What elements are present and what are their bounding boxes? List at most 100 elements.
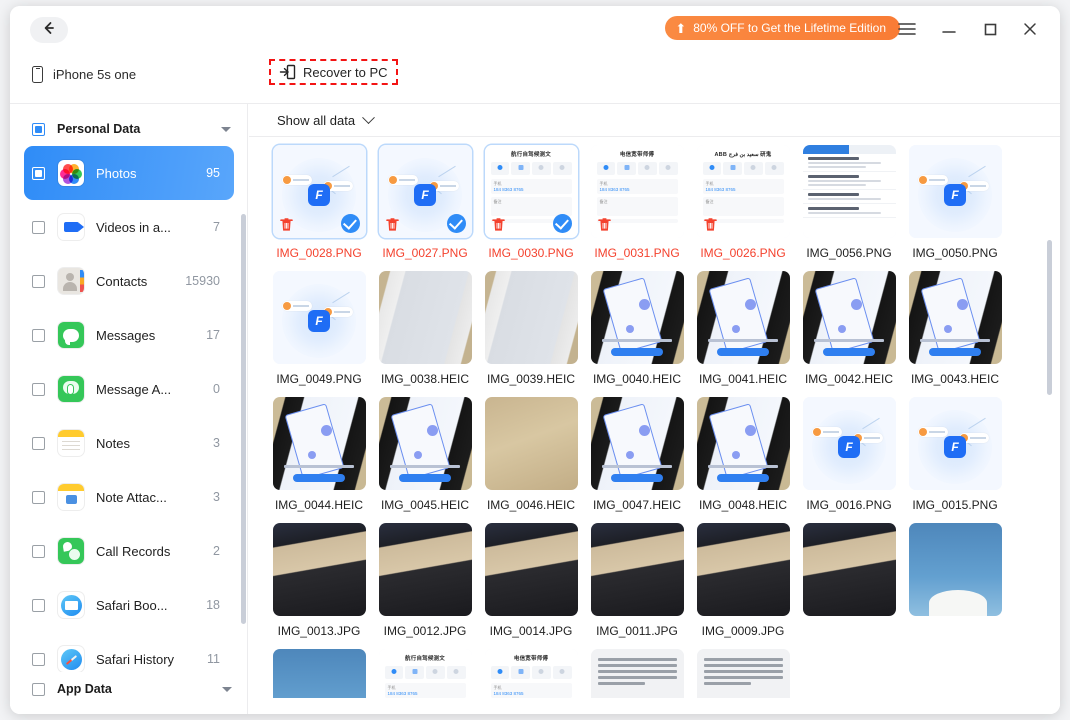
personal-data-checkbox[interactable] <box>32 123 45 136</box>
thumbnail-cell[interactable]: IMG_0042.HEIC <box>796 271 902 397</box>
thumbnail-cell[interactable]: 电信宽带师傅手机184 8363 8765备注IMG_0031.PNG <box>584 145 690 271</box>
app-data-checkbox[interactable] <box>32 683 45 696</box>
sidebar-group-personal-data[interactable]: Personal Data <box>10 112 247 146</box>
thumbnail-cell[interactable]: FIMG_0015.PNG <box>902 397 1008 523</box>
thumbnail-image[interactable] <box>697 523 790 616</box>
sidebar-scrollbar[interactable] <box>241 214 246 624</box>
thumbnail-image[interactable]: F <box>803 397 896 490</box>
thumbnail-cell[interactable]: IMG_0012.JPG <box>372 523 478 649</box>
sidebar-item-safari-history[interactable]: Safari History 11 <box>24 632 234 674</box>
thumbnail-image[interactable] <box>379 271 472 364</box>
sidebar-item-contacts[interactable]: Contacts 15930 <box>24 254 234 308</box>
sidebar-item-safari-bookmarks[interactable]: Safari Boo... 18 <box>24 578 234 632</box>
sidebar-item-note-attachments[interactable]: Note Attac... 3 <box>24 470 234 524</box>
thumbnail-cell[interactable]: IMG_0009.JPG <box>690 523 796 649</box>
thumbnail-image[interactable] <box>273 397 366 490</box>
thumbnail-cell[interactable]: FIMG_0028.PNG <box>266 145 372 271</box>
thumbnail-image[interactable] <box>379 397 472 490</box>
safari-bookmarks-checkbox[interactable] <box>32 599 45 612</box>
thumbnail-image[interactable]: F <box>379 145 472 238</box>
sidebar-item-videos-in-album[interactable]: Videos in a... 7 <box>24 200 234 254</box>
thumbnail-cell[interactable]: FIMG_0049.PNG <box>266 271 372 397</box>
selected-check-icon[interactable] <box>341 214 360 233</box>
thumbnail-cell[interactable] <box>902 523 1008 649</box>
thumbnail-cell[interactable]: IMG_0056.PNG <box>796 145 902 271</box>
sidebar-item-label: Photos <box>96 166 136 181</box>
thumbnail-cell[interactable]: FIMG_0027.PNG <box>372 145 478 271</box>
thumbnail-cell[interactable]: IMG_0013.JPG <box>266 523 372 649</box>
caret-down-icon[interactable] <box>222 687 232 692</box>
thumbnail-image[interactable] <box>379 523 472 616</box>
photos-checkbox[interactable] <box>32 167 45 180</box>
selected-check-icon[interactable] <box>447 214 466 233</box>
notes-checkbox[interactable] <box>32 437 45 450</box>
thumbnail-cell[interactable]: IMG_0014.JPG <box>478 523 584 649</box>
maximize-icon[interactable] <box>977 16 1003 42</box>
minimize-icon[interactable] <box>936 16 962 42</box>
thumbnail-cell[interactable]: IMG_0048.HEIC <box>690 397 796 523</box>
thumbnail-cell[interactable]: FIMG_0050.PNG <box>902 145 1008 271</box>
thumbnail-cell[interactable]: IMG_0046.HEIC <box>478 397 584 523</box>
thumbnail-image[interactable]: F <box>909 145 1002 238</box>
close-icon[interactable] <box>1017 16 1043 42</box>
thumbnail-caption: IMG_0056.PNG <box>806 246 891 260</box>
thumbnail-image[interactable] <box>803 271 896 364</box>
thumbnail-cell[interactable]: ABB سعيد بن فرج 研鬼手机184 8363 8765备注IMG_0… <box>690 145 796 271</box>
thumbnail-image[interactable] <box>591 523 684 616</box>
thumbnail-cell[interactable]: IMG_0043.HEIC <box>902 271 1008 397</box>
thumbnail-grid-scroll[interactable]: FIMG_0028.PNGFIMG_0027.PNG航行自驾候测文手机184 8… <box>249 137 1060 714</box>
thumbnail-image[interactable] <box>485 523 578 616</box>
selected-check-icon[interactable] <box>553 214 572 233</box>
thumbnail-image[interactable] <box>803 523 896 616</box>
thumbnail-cell[interactable]: IMG_0039.HEIC <box>478 271 584 397</box>
videos-checkbox[interactable] <box>32 221 45 234</box>
sidebar-item-messages[interactable]: Messages 17 <box>24 308 234 362</box>
thumbnail-image[interactable] <box>485 397 578 490</box>
safari-history-checkbox[interactable] <box>32 653 45 666</box>
thumbnail-image[interactable]: F <box>273 145 366 238</box>
thumbnail-image[interactable]: 电信宽带师傅手机184 8363 8765备注 <box>591 145 684 238</box>
thumbnail-image[interactable]: 航行自驾候测文手机184 8363 8765备注 <box>485 145 578 238</box>
back-button[interactable] <box>30 17 68 43</box>
hamburger-icon[interactable] <box>894 16 920 42</box>
sidebar-item-photos[interactable]: Photos 95 <box>24 146 234 200</box>
show-all-data-dropdown[interactable]: Show all data <box>277 113 373 128</box>
thumbnail-cell[interactable]: FIMG_0016.PNG <box>796 397 902 523</box>
thumbnail-cell[interactable]: IMG_0040.HEIC <box>584 271 690 397</box>
thumbnail-cell[interactable]: IMG_0038.HEIC <box>372 271 478 397</box>
call-records-checkbox[interactable] <box>32 545 45 558</box>
note-attachments-checkbox[interactable] <box>32 491 45 504</box>
thumbnail-image[interactable] <box>591 397 684 490</box>
sidebar-item-label: Videos in a... <box>96 220 171 235</box>
promo-banner-button[interactable]: ⬆ 80% OFF to Get the Lifetime Edition <box>665 16 900 40</box>
thumbnail-cell[interactable] <box>796 523 902 649</box>
thumbnail-cell[interactable]: IMG_0044.HEIC <box>266 397 372 523</box>
thumbnail-image[interactable] <box>485 271 578 364</box>
contacts-checkbox[interactable] <box>32 275 45 288</box>
sidebar-group-app-data[interactable]: App Data <box>10 672 248 706</box>
sidebar-item-call-records[interactable]: Call Records 2 <box>24 524 234 578</box>
grid-scrollbar[interactable] <box>1047 240 1052 395</box>
thumbnail-cell[interactable]: IMG_0041.HEIC <box>690 271 796 397</box>
thumbnail-cell[interactable]: IMG_0047.HEIC <box>584 397 690 523</box>
thumbnail-image[interactable] <box>909 523 1002 616</box>
messages-checkbox[interactable] <box>32 329 45 342</box>
message-attachments-checkbox[interactable] <box>32 383 45 396</box>
thumbnail-image[interactable]: ABB سعيد بن فرج 研鬼手机184 8363 8765备注 <box>697 145 790 238</box>
thumbnail-cell[interactable]: IMG_0011.JPG <box>584 523 690 649</box>
caret-down-icon[interactable] <box>221 127 231 132</box>
sidebar-item-notes[interactable]: Notes 3 <box>24 416 234 470</box>
thumbnail-image[interactable] <box>909 271 1002 364</box>
thumbnail-image[interactable] <box>803 145 896 238</box>
thumbnail-cell[interactable]: IMG_0045.HEIC <box>372 397 478 523</box>
recover-to-pc-button[interactable]: Recover to PC <box>279 64 388 80</box>
thumbnail-image[interactable] <box>591 271 684 364</box>
thumbnail-image[interactable]: F <box>273 271 366 364</box>
thumbnail-image[interactable] <box>273 523 366 616</box>
thumbnail-cell[interactable]: 航行自驾候测文手机184 8363 8765备注IMG_0030.PNG <box>478 145 584 271</box>
thumbnail-image[interactable] <box>697 397 790 490</box>
thumbnail-image[interactable]: F <box>909 397 1002 490</box>
thumbnail-image[interactable] <box>697 271 790 364</box>
recover-to-pc-highlight[interactable]: Recover to PC <box>269 59 398 85</box>
sidebar-item-message-attachments[interactable]: Message A... 0 <box>24 362 234 416</box>
